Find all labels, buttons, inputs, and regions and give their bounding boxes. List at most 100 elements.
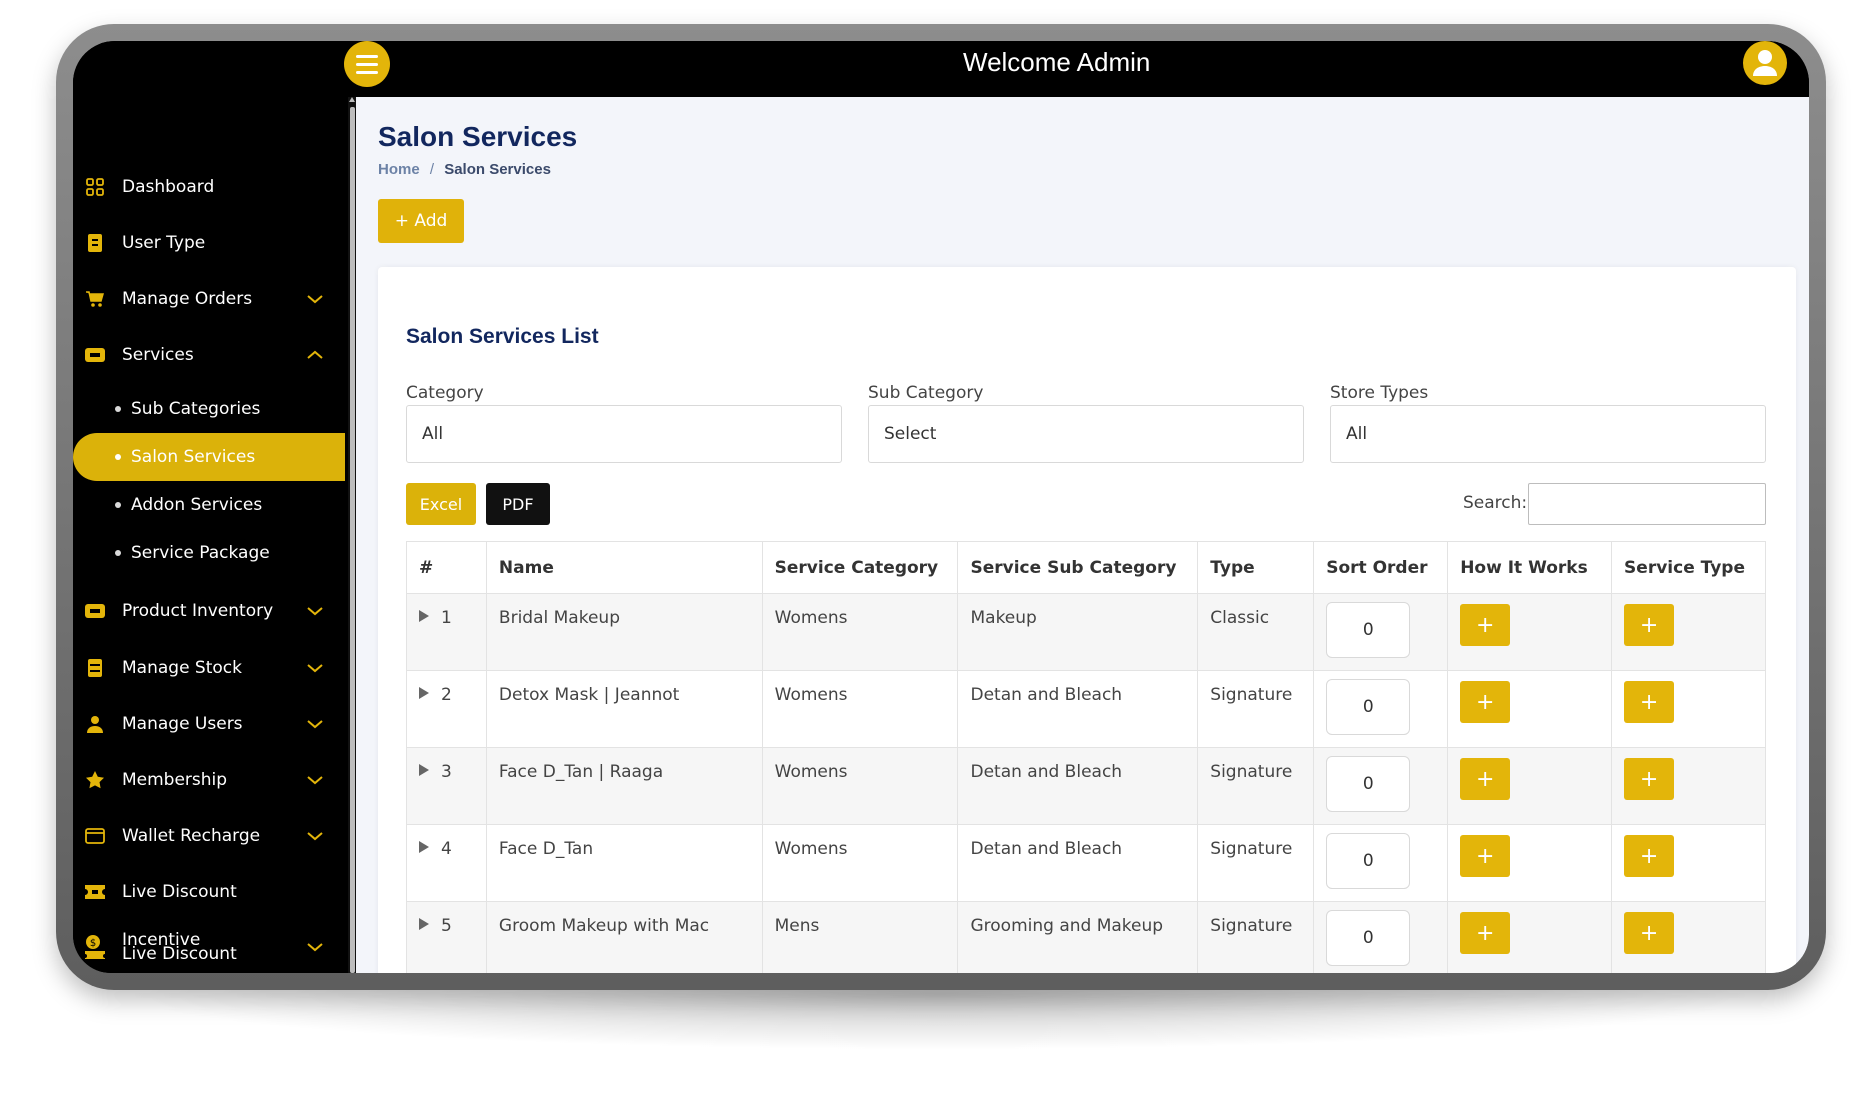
row-number-cell[interactable]: 2 [406,670,487,748]
sort-order-input[interactable]: 0 [1326,756,1411,812]
row-number: 5 [441,916,452,936]
sidebar-sub-sub-categories[interactable]: Sub Categories [73,385,345,433]
svg-text:$: $ [90,938,96,949]
column-header[interactable]: # [406,541,487,594]
sidebar-item-dashboard[interactable]: Dashboard [73,163,345,211]
row-number-cell[interactable]: 3 [406,747,487,825]
chevron-down-icon [305,714,325,734]
row-number: 2 [441,685,452,705]
sidebar-item-manage-stock[interactable]: Manage Stock [73,644,345,692]
stock-icon [84,657,106,679]
expand-row-icon[interactable] [419,764,429,776]
sidebar-item-wallet-recharge[interactable]: Wallet Recharge [73,812,345,860]
scroll-up-arrow-icon[interactable] [349,97,355,102]
bullet-icon [115,502,121,508]
sidebar-item-label-group: Incentive Live Discount [122,932,237,963]
row-number: 3 [441,762,452,782]
table-header-row: # Name Service Category Service Sub Cate… [406,541,1766,594]
service-type-add-button[interactable]: + [1624,681,1675,723]
add-button[interactable]: + Add [378,199,464,243]
sort-order-input[interactable]: 0 [1326,679,1411,735]
name-cell: Face D_Tan | Raaga [485,747,763,825]
sort-order-input[interactable]: 0 [1326,602,1411,658]
sidebar-item-manage-orders[interactable]: Manage Orders [73,275,345,323]
how-it-works-add-button[interactable]: + [1460,604,1511,646]
sub-category-label: Sub Category [868,383,984,403]
service-type-add-button[interactable]: + [1624,758,1675,800]
sidebar-item-membership[interactable]: Membership [73,756,345,804]
hamburger-line [356,70,378,74]
chevron-up-icon [305,345,325,365]
column-header[interactable]: Service Sub Category [957,541,1199,594]
sort-order-cell: 0 [1313,901,1449,973]
sub-category-cell: Detan and Bleach [957,747,1199,825]
name-cell: Face D_Tan [485,824,763,902]
sidebar-sub-service-package[interactable]: Service Package [73,529,345,577]
sidebar-item-incentive[interactable]: $ Incentive Live Discount [73,923,345,971]
column-header[interactable]: Sort Order [1313,541,1449,594]
sidebar-item-label: Manage Stock [122,658,242,678]
row-number-cell[interactable]: 4 [406,824,487,902]
category-cell: Mens [761,901,959,973]
name-cell: Detox Mask | Jeannot [485,670,763,748]
sidebar-item-product-inventory[interactable]: Product Inventory [73,587,345,635]
type-cell: Signature [1197,901,1315,973]
sidebar-item-label: Product Inventory [122,601,274,621]
sort-order-cell: 0 [1313,824,1449,902]
service-type-cell: + [1611,901,1766,973]
page-title: Salon Services [378,121,578,152]
store-types-select[interactable]: All [1330,405,1766,463]
main-content: Salon Services Home / Salon Services + A… [356,97,1809,973]
menu-toggle-button[interactable] [344,41,390,87]
column-header[interactable]: Service Type [1611,541,1766,594]
sort-order-input[interactable]: 0 [1326,833,1411,889]
sub-category-select[interactable]: Select [868,405,1304,463]
service-type-add-button[interactable]: + [1624,604,1675,646]
category-select[interactable]: All [406,405,842,463]
column-header[interactable]: How It Works [1447,541,1613,594]
sidebar-item-services[interactable]: Services [73,331,345,379]
how-it-works-add-button[interactable]: + [1460,912,1511,954]
excel-export-button[interactable]: Excel [406,483,476,525]
bullet-icon [115,550,121,556]
column-header[interactable]: Type [1197,541,1315,594]
type-cell: Signature [1197,670,1315,748]
service-type-cell: + [1611,593,1766,671]
row-number-cell[interactable]: 5 [406,901,487,973]
breadcrumb-home-link[interactable]: Home [378,161,420,178]
how-it-works-cell: + [1447,593,1613,671]
service-type-add-button[interactable]: + [1624,835,1675,877]
chevron-down-icon [305,826,325,846]
expand-row-icon[interactable] [419,841,429,853]
table-row: 5 Groom Makeup with Mac Mens Grooming an… [406,901,1766,973]
row-number-cell[interactable]: 1 [406,593,487,671]
column-header[interactable]: Name [485,541,763,594]
expand-row-icon[interactable] [419,610,429,622]
search-input[interactable] [1528,483,1766,525]
how-it-works-cell: + [1447,747,1613,825]
scrollbar-thumb[interactable] [350,107,355,973]
how-it-works-cell: + [1447,670,1613,748]
sidebar-scrollbar[interactable] [348,97,356,973]
service-type-add-button[interactable]: + [1624,912,1675,954]
card-title: Salon Services List [406,325,599,348]
pdf-export-button[interactable]: PDF [486,483,550,525]
table-row: 2 Detox Mask | Jeannot Womens Detan and … [406,670,1766,748]
sidebar-sub-addon-services[interactable]: Addon Services [73,481,345,529]
chevron-down-icon [305,770,325,790]
user-avatar-button[interactable] [1743,41,1787,85]
how-it-works-add-button[interactable]: + [1460,758,1511,800]
sidebar-item-user-type[interactable]: User Type [73,219,345,267]
sidebar-item-live-discount[interactable]: Live Discount [73,868,345,916]
expand-row-icon[interactable] [419,918,429,930]
sidebar-sub-label: Salon Services [131,447,256,467]
sidebar-sub-salon-services[interactable]: Salon Services [73,433,345,481]
breadcrumb-separator: / [429,161,435,178]
sidebar-item-manage-users[interactable]: Manage Users [73,700,345,748]
how-it-works-add-button[interactable]: + [1460,681,1511,723]
how-it-works-add-button[interactable]: + [1460,835,1511,877]
table-row: 3 Face D_Tan | Raaga Womens Detan and Bl… [406,747,1766,825]
expand-row-icon[interactable] [419,687,429,699]
column-header[interactable]: Service Category [761,541,959,594]
sort-order-input[interactable]: 0 [1326,910,1411,966]
